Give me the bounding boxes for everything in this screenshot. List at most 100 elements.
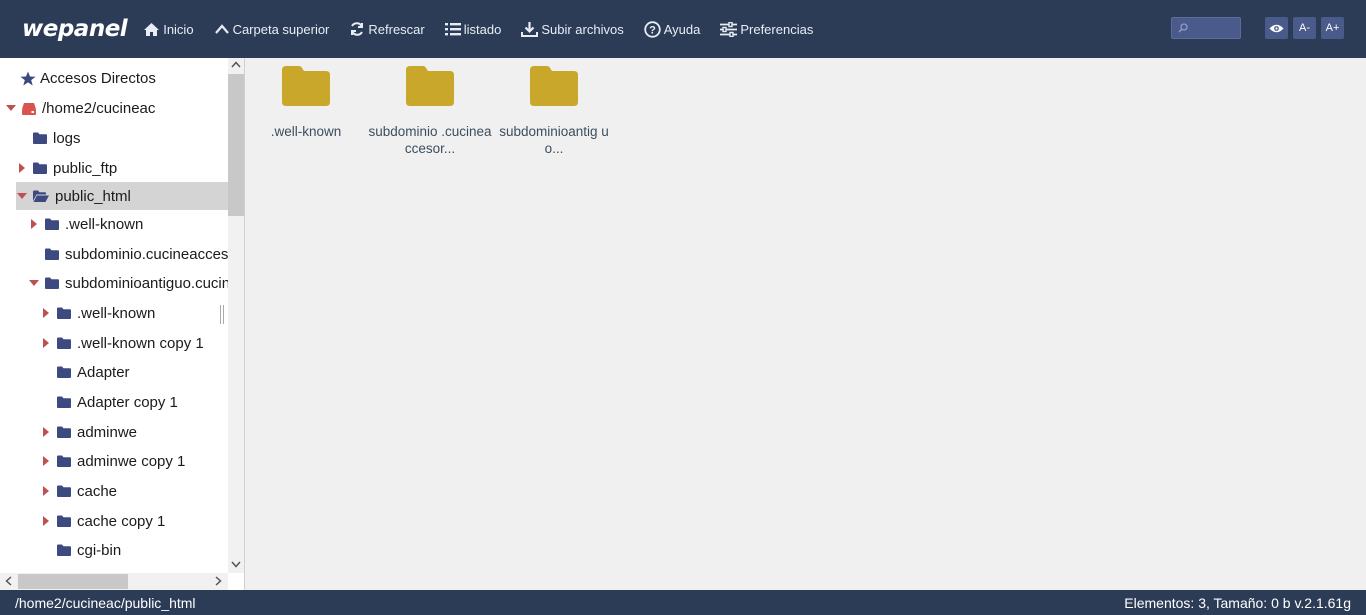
file-grid: .well-known subdominio .cucineaccesor...…	[246, 58, 1366, 590]
tree-vertical-scrollbar[interactable]	[228, 58, 244, 573]
folder-icon	[57, 307, 71, 319]
folder-icon	[57, 515, 71, 527]
upload-button[interactable]: Subir archivos	[521, 21, 624, 37]
scroll-left-arrow-icon[interactable]	[5, 576, 12, 589]
tree-horizontal-scrollbar[interactable]	[0, 573, 228, 590]
parent-folder-button[interactable]: Carpeta superior	[214, 21, 330, 37]
caret-right-icon[interactable]	[17, 163, 27, 173]
font-decrease-button[interactable]: A-	[1293, 17, 1316, 39]
folder-icon	[57, 426, 71, 438]
search-icon	[1178, 23, 1188, 33]
home-label: Inicio	[163, 21, 194, 37]
preferences-button[interactable]: Preferencias	[720, 21, 814, 37]
tree-item-well-known-copy[interactable]: .well-known copy 1	[41, 329, 204, 357]
refresh-icon	[351, 22, 364, 36]
help-button[interactable]: ? Ayuda	[644, 20, 701, 38]
tree-shortcuts-label: Accesos Directos	[40, 69, 156, 87]
preferences-label: Preferencias	[740, 21, 814, 37]
file-name: subdominio .cucineaccesor...	[368, 124, 492, 156]
folder-icon	[57, 485, 71, 497]
tree-item-adminwe[interactable]: adminwe	[41, 418, 137, 446]
folder-icon	[530, 66, 578, 106]
tree-item-label: Adapter copy 1	[77, 393, 178, 411]
help-label: Ayuda	[663, 21, 701, 37]
folder-tree-panel: Accesos Directos /home2/cucineac logs pu…	[0, 58, 245, 590]
tree-item-cache-copy[interactable]: cache copy 1	[41, 507, 165, 535]
caret-down-icon[interactable]	[29, 279, 39, 287]
refresh-button[interactable]: Refrescar	[349, 21, 425, 37]
drive-icon	[22, 102, 36, 115]
caret-right-icon[interactable]	[41, 427, 51, 437]
tree-horizontal-scroll-thumb[interactable]	[18, 574, 128, 589]
tree-item-well-known-2[interactable]: .well-known	[41, 299, 155, 327]
tree-item-label: cache	[77, 482, 118, 500]
tree-item-cache[interactable]: cache	[41, 477, 117, 505]
search-input[interactable]	[1171, 17, 1241, 39]
folder-icon	[57, 396, 71, 408]
scroll-up-arrow-icon[interactable]	[231, 60, 241, 71]
caret-right-icon[interactable]	[41, 338, 51, 348]
folder-icon	[57, 366, 71, 378]
tree-item-label: Adapter	[77, 363, 130, 381]
file-manager-app: wepanel Inicio Carpeta superior Refresca…	[0, 0, 1366, 615]
folder-icon	[57, 455, 71, 467]
tree-item-cgi-bin[interactable]: cgi-bin	[41, 536, 121, 564]
tree-item-adminwe-copy[interactable]: adminwe copy 1	[41, 447, 185, 475]
scroll-down-arrow-icon[interactable]	[231, 560, 241, 571]
tree-item-public-ftp[interactable]: public_ftp	[17, 154, 117, 182]
upload-icon	[521, 22, 539, 37]
tree-item-label: adminwe copy 1	[77, 452, 186, 470]
tree-item-label: /home2/cucineac	[42, 99, 156, 117]
scroll-right-arrow-icon[interactable]	[215, 576, 222, 589]
font-increase-button[interactable]: A+	[1321, 17, 1344, 39]
parent-folder-label: Carpeta superior	[232, 21, 330, 37]
caret-down-icon[interactable]	[17, 192, 27, 200]
tree-item-label: subdominioantiguo.cucineaccesorios	[65, 274, 245, 292]
tree-item-subdominio[interactable]: subdominio.cucineaccesorios	[29, 240, 245, 268]
toolbar-right-group: A- A+	[1171, 17, 1344, 39]
file-item-well-known[interactable]: .well-known	[244, 66, 368, 140]
tree-item-adapter[interactable]: Adapter	[41, 358, 130, 386]
caret-right-icon[interactable]	[41, 308, 51, 318]
tree-item-public-html[interactable]: public_html	[16, 182, 228, 210]
tree-item-label: .well-known	[77, 304, 156, 322]
tree-item-label: public_ftp	[53, 159, 118, 177]
folder-icon	[406, 66, 454, 106]
tree-item-home2-cucineac[interactable]: /home2/cucineac	[6, 94, 155, 122]
file-name: subdominioantig uo...	[499, 124, 609, 156]
tree-vertical-scroll-thumb[interactable]	[228, 74, 244, 216]
file-item-subdominioantiguo[interactable]: subdominioantig uo...	[492, 66, 616, 157]
svg-text:?: ?	[649, 24, 656, 36]
caret-right-icon[interactable]	[29, 219, 39, 229]
folder-icon	[282, 66, 330, 106]
tree-item-label: logs	[53, 129, 81, 147]
status-path: /home2/cucineac/public_html	[15, 594, 196, 611]
top-toolbar: wepanel Inicio Carpeta superior Refresca…	[0, 0, 1366, 58]
tree-item-label: adminwe	[77, 423, 138, 441]
status-bar: /home2/cucineac/public_html Elementos: 3…	[0, 590, 1366, 615]
tree-item-label: cache copy 1	[77, 512, 166, 530]
tree-shortcuts[interactable]: Accesos Directos	[20, 64, 156, 92]
home-button[interactable]: Inicio	[143, 21, 194, 37]
list-icon	[444, 23, 461, 36]
caret-right-icon[interactable]	[41, 486, 51, 496]
tree-item-subdominioantiguo[interactable]: subdominioantiguo.cucineaccesorios	[29, 269, 245, 297]
list-view-button[interactable]: listado	[444, 22, 501, 37]
folder-icon	[57, 337, 71, 349]
caret-right-icon[interactable]	[41, 516, 51, 526]
home-icon	[144, 22, 160, 36]
eye-icon	[1269, 24, 1284, 32]
app-logo[interactable]: wepanel	[22, 16, 128, 42]
status-summary: Elementos: 3, Tamaño: 0 b v.2.1.61g	[1124, 594, 1351, 611]
tree-item-logs[interactable]: logs	[17, 124, 81, 152]
panel-resize-handle[interactable]	[220, 305, 224, 324]
star-icon	[20, 71, 36, 85]
tree-item-label: subdominio.cucineaccesorios	[65, 245, 245, 263]
tree-item-adapter-copy[interactable]: Adapter copy 1	[41, 388, 178, 416]
tree-item-well-known[interactable]: .well-known	[29, 210, 143, 238]
tree-item-label: cgi-bin	[77, 541, 122, 559]
caret-right-icon[interactable]	[41, 456, 51, 466]
caret-down-icon[interactable]	[6, 104, 16, 112]
file-item-subdominio[interactable]: subdominio .cucineaccesor...	[368, 66, 492, 157]
preview-toggle-button[interactable]	[1265, 17, 1288, 39]
